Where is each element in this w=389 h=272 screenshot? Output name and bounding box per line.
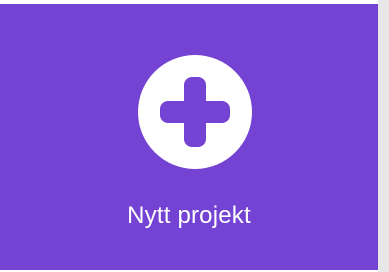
new-project-card[interactable]: Nytt projekt	[0, 4, 378, 270]
new-project-label: Nytt projekt	[127, 202, 251, 229]
plus-icon	[138, 55, 252, 169]
background-edge	[378, 0, 389, 272]
